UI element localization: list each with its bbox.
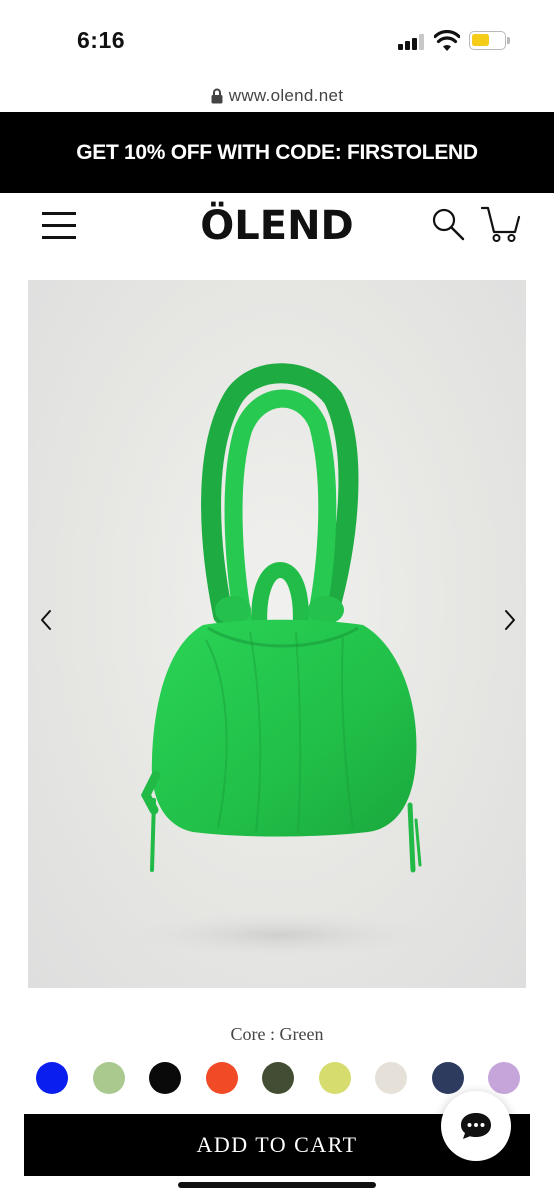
- swatch-olive[interactable]: [262, 1062, 294, 1094]
- site-logo[interactable]: ÖLEND: [0, 203, 554, 249]
- home-indicator: [178, 1182, 376, 1188]
- product-image-gallery[interactable]: [28, 280, 526, 988]
- chat-button[interactable]: [441, 1091, 511, 1161]
- add-to-cart-label: ADD TO CART: [196, 1132, 358, 1157]
- battery-icon: [469, 31, 510, 50]
- swatch-navy[interactable]: [431, 1062, 464, 1094]
- swatch-blue[interactable]: [36, 1062, 68, 1094]
- promo-banner: GET 10% OFF WITH CODE: FIRSTOLEND: [0, 112, 554, 193]
- color-swatches: [36, 1062, 522, 1094]
- swatch-black[interactable]: [149, 1062, 181, 1094]
- swatch-sage[interactable]: [92, 1062, 125, 1094]
- promo-text: GET 10% OFF WITH CODE: FIRSTOLEND: [76, 140, 478, 164]
- search-icon[interactable]: [431, 207, 465, 241]
- url-text: www.olend.net: [228, 86, 344, 105]
- chevron-left-icon[interactable]: [36, 608, 58, 632]
- swatch-lilac[interactable]: [488, 1062, 520, 1094]
- browser-url-bar[interactable]: www.olend.net: [0, 80, 554, 112]
- swatch-lime[interactable]: [318, 1062, 351, 1094]
- status-time: 6:16: [77, 27, 126, 53]
- chat-bubble-icon: [461, 1113, 491, 1139]
- product-image: [130, 363, 430, 957]
- swatch-cream[interactable]: [375, 1062, 407, 1094]
- wifi-icon: [434, 30, 460, 51]
- chevron-right-icon[interactable]: [498, 608, 520, 632]
- cart-icon[interactable]: [481, 205, 521, 243]
- variant-label: Core : Green: [230, 1024, 324, 1044]
- site-header: ÖLEND: [0, 193, 554, 263]
- cellular-signal-icon: [398, 34, 426, 50]
- swatch-red-orange[interactable]: [205, 1062, 238, 1094]
- status-bar: 6:16: [0, 0, 554, 80]
- lock-icon: [211, 88, 223, 104]
